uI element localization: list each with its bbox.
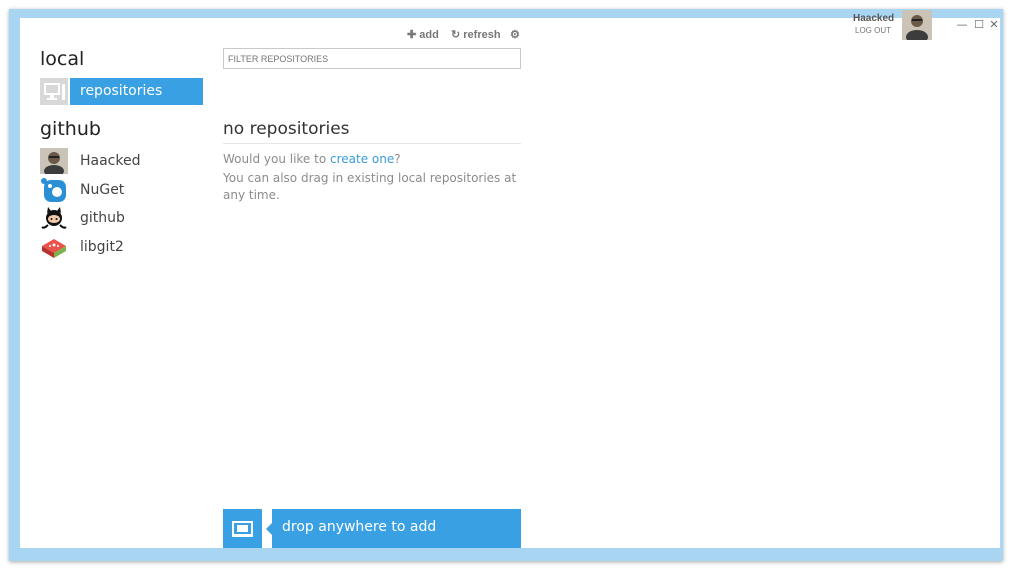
settings-button[interactable]: ⚙: [510, 28, 520, 41]
nuget-logo-icon: [40, 177, 68, 203]
sidebar-item-label: NuGet: [80, 182, 125, 198]
computer-icon: [40, 78, 68, 105]
minimize-button[interactable]: —: [956, 18, 968, 31]
logout-link[interactable]: LOG OUT: [855, 26, 891, 35]
refresh-button[interactable]: ↻ refresh: [451, 28, 501, 41]
empty-state-prefix: Would you like to: [223, 152, 330, 166]
haacked-avatar-icon: [40, 148, 68, 177]
sidebar-item-label: github: [80, 210, 125, 226]
sidebar-item-label: libgit2: [80, 239, 124, 255]
gear-icon: ⚙: [510, 29, 520, 41]
user-avatar-icon[interactable]: [902, 10, 932, 44]
empty-state-suffix: ?: [394, 152, 401, 166]
filter-repositories-input[interactable]: [223, 48, 521, 69]
empty-state-line2: You can also drag in existing local repo…: [223, 171, 517, 202]
empty-state-line1: Would you like to create one?: [223, 151, 401, 168]
empty-state-title: no repositories: [223, 119, 521, 144]
maximize-button[interactable]: ☐: [973, 18, 985, 31]
refresh-icon: ↻: [451, 29, 461, 41]
drop-anywhere-label: drop anywhere to add: [266, 509, 521, 548]
libgit2-logo-icon: [40, 234, 68, 260]
add-button[interactable]: ✚ add: [407, 28, 439, 41]
create-one-link[interactable]: create one: [330, 152, 394, 166]
sidebar-item-github[interactable]: github: [40, 205, 203, 231]
sidebar-item-repositories[interactable]: repositories: [40, 78, 203, 105]
sidebar-item-nuget[interactable]: NuGet: [40, 177, 203, 203]
add-label: add: [419, 29, 439, 41]
octocat-icon: [40, 205, 68, 231]
sidebar-item-label: Haacked: [80, 153, 141, 169]
close-button[interactable]: ✕: [988, 18, 1000, 31]
drop-zone-icon: [223, 509, 262, 548]
sidebar-item-libgit2[interactable]: libgit2: [40, 234, 203, 260]
refresh-label: refresh: [463, 29, 501, 41]
sidebar-item-label: repositories: [70, 78, 203, 105]
github-heading: github: [40, 118, 101, 140]
username: Haacked: [853, 13, 895, 24]
sidebar-item-haacked[interactable]: Haacked: [40, 148, 203, 177]
local-heading: local: [40, 48, 85, 70]
plus-icon: ✚: [407, 29, 417, 41]
